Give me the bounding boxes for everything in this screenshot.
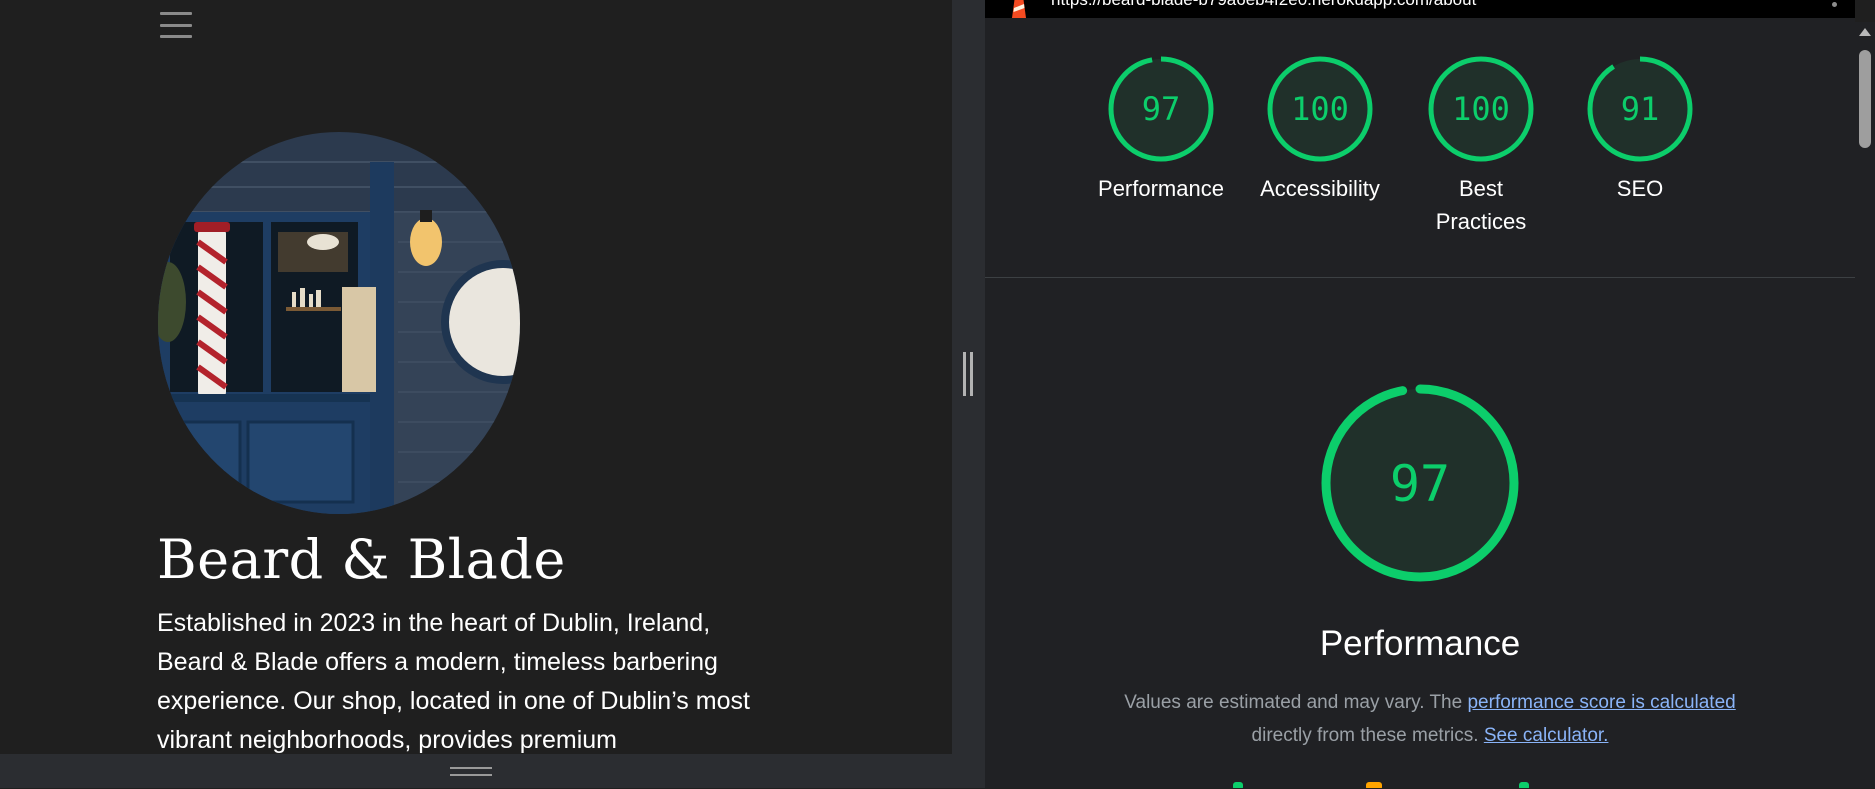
more-menu-icon[interactable] bbox=[1832, 2, 1837, 7]
gauge-ring: 100 bbox=[1267, 56, 1373, 162]
gauge-ring: 97 bbox=[1108, 56, 1214, 162]
pane-splitter[interactable] bbox=[952, 0, 985, 788]
category-title: Performance bbox=[1319, 624, 1521, 663]
score-gauge-best-practices[interactable]: 100 Best Practices bbox=[1401, 54, 1561, 238]
gauge-ring: 91 bbox=[1587, 56, 1693, 162]
gauge-label: Performance bbox=[1098, 176, 1224, 201]
report-scrollbar[interactable] bbox=[1855, 22, 1875, 788]
gauge-label: SEO bbox=[1616, 176, 1664, 201]
score-gauge-seo[interactable]: 91 SEO bbox=[1560, 54, 1720, 205]
website-preview: Beard & Blade Established in 2023 in the… bbox=[0, 0, 952, 754]
score-gauge-accessibility[interactable]: 100 Accessibility bbox=[1240, 54, 1400, 205]
score-gauge-performance[interactable]: 97 Performance bbox=[1081, 54, 1241, 205]
description-text: Values are estimated and may vary. The bbox=[1124, 692, 1468, 713]
score-gauges: 97 Performance 100 Accessibility 100 Best Pra… bbox=[985, 54, 1855, 274]
splitter-grip-icon bbox=[963, 352, 973, 396]
section-divider bbox=[985, 277, 1855, 278]
gauge-label: Accessibility bbox=[1260, 176, 1380, 201]
report-top-bar: https://beard-blade-b79a6eb4f2e0.herokua… bbox=[985, 0, 1855, 18]
performance-big-score: 97 bbox=[1390, 455, 1450, 513]
category-description: Values are estimated and may vary. The p… bbox=[1045, 686, 1815, 752]
score-calculation-link[interactable]: performance score is calculated bbox=[1467, 692, 1735, 713]
barbershop-storefront-image bbox=[158, 132, 520, 514]
gauge-score: 100 bbox=[1291, 90, 1349, 128]
gauge-score: 97 bbox=[1142, 90, 1181, 128]
metric-indicator bbox=[1366, 782, 1382, 788]
gauge-score: 100 bbox=[1452, 90, 1510, 128]
lighthouse-report: https://beard-blade-b79a6eb4f2e0.herokua… bbox=[985, 0, 1855, 788]
performance-big-gauge: 97 bbox=[1320, 383, 1520, 583]
gauge-score: 91 bbox=[1621, 90, 1660, 128]
scroll-thumb[interactable] bbox=[1859, 50, 1871, 148]
site-intro-paragraph: Established in 2023 in the heart of Dubl… bbox=[157, 609, 750, 754]
preview-bottom-bar bbox=[0, 754, 952, 788]
hamburger-menu-icon[interactable] bbox=[160, 12, 192, 38]
description-text-2: directly from these metrics. bbox=[1251, 725, 1484, 746]
metric-indicator bbox=[1519, 782, 1529, 788]
vertical-resize-handle[interactable] bbox=[450, 767, 492, 776]
metric-indicator bbox=[1233, 782, 1243, 788]
lighthouse-logo-icon bbox=[1012, 0, 1026, 18]
gauge-ring: 100 bbox=[1428, 56, 1534, 162]
gauge-label: Best Practices bbox=[1435, 176, 1527, 234]
scroll-up-arrow-icon[interactable] bbox=[1859, 28, 1871, 36]
report-url[interactable]: https://beard-blade-b79a6eb4f2e0.herokua… bbox=[1051, 0, 1476, 10]
site-title: Beard & Blade bbox=[157, 528, 566, 591]
see-calculator-link[interactable]: See calculator. bbox=[1484, 725, 1609, 746]
